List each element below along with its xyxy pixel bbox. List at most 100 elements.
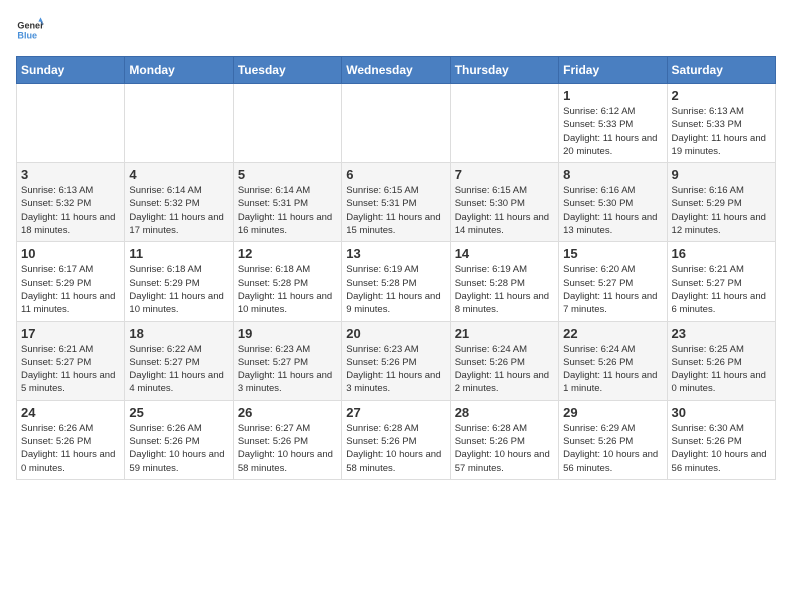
calendar-cell: 29Sunrise: 6:29 AM Sunset: 5:26 PM Dayli… [559, 400, 667, 479]
day-info: Sunrise: 6:25 AM Sunset: 5:26 PM Dayligh… [672, 343, 771, 396]
day-info: Sunrise: 6:23 AM Sunset: 5:27 PM Dayligh… [238, 343, 337, 396]
day-number: 21 [455, 326, 554, 341]
weekday-header-thursday: Thursday [450, 57, 558, 84]
calendar-week-1: 3Sunrise: 6:13 AM Sunset: 5:32 PM Daylig… [17, 163, 776, 242]
calendar-week-3: 17Sunrise: 6:21 AM Sunset: 5:27 PM Dayli… [17, 321, 776, 400]
calendar-week-2: 10 Sunrise: 6:17 AM Sunset: 5:29 PM Dayli… [17, 242, 776, 321]
day-number: 19 [238, 326, 337, 341]
day-info: Sunrise: 6:23 AM Sunset: 5:26 PM Dayligh… [346, 343, 445, 396]
day-info: Sunrise: 6:18 AM Sunset: 5:28 PM Dayligh… [238, 263, 337, 316]
day-info: Sunrise: 6:15 AM Sunset: 5:30 PM Dayligh… [455, 184, 554, 237]
day-info: Sunrise: 6:14 AM Sunset: 5:32 PM Dayligh… [129, 184, 228, 237]
calendar-cell [342, 84, 450, 163]
day-number: 29 [563, 405, 662, 420]
logo-icon: General Blue [16, 16, 44, 44]
day-info: Sunrise: 6:20 AM Sunset: 5:27 PM Dayligh… [563, 263, 662, 316]
day-number: 9 [672, 167, 771, 182]
day-info: Sunrise: 6:17 AM Sunset: 5:29 PM Dayligh… [21, 263, 120, 316]
page-header: General Blue [16, 16, 776, 44]
calendar-cell: 18 Sunrise: 6:22 AM Sunset: 5:27 PM Dayli… [125, 321, 233, 400]
calendar-cell: 17Sunrise: 6:21 AM Sunset: 5:27 PM Dayli… [17, 321, 125, 400]
calendar-header: SundayMondayTuesdayWednesdayThursdayFrid… [17, 57, 776, 84]
day-info: Sunrise: 6:24 AM Sunset: 5:26 PM Dayligh… [563, 343, 662, 396]
day-info: Sunrise: 6:24 AM Sunset: 5:26 PM Dayligh… [455, 343, 554, 396]
day-info: Sunrise: 6:26 AM Sunset: 5:26 PM Dayligh… [21, 422, 120, 475]
calendar-cell: 21 Sunrise: 6:24 AM Sunset: 5:26 PM Dayli… [450, 321, 558, 400]
calendar-cell: 30 Sunrise: 6:30 AM Sunset: 5:26 PM Dayli… [667, 400, 775, 479]
calendar-cell: 28 Sunrise: 6:28 AM Sunset: 5:26 PM Dayli… [450, 400, 558, 479]
calendar-cell: 26 Sunrise: 6:27 AM Sunset: 5:26 PM Dayli… [233, 400, 341, 479]
day-number: 18 [129, 326, 228, 341]
calendar-cell: 23 Sunrise: 6:25 AM Sunset: 5:26 PM Dayli… [667, 321, 775, 400]
day-number: 22 [563, 326, 662, 341]
logo: General Blue [16, 16, 48, 44]
calendar-cell: 19 Sunrise: 6:23 AM Sunset: 5:27 PM Dayli… [233, 321, 341, 400]
calendar-cell: 9Sunrise: 6:16 AM Sunset: 5:29 PM Daylig… [667, 163, 775, 242]
calendar-cell: 2 Sunrise: 6:13 AM Sunset: 5:33 PM Daylig… [667, 84, 775, 163]
calendar-cell: 3Sunrise: 6:13 AM Sunset: 5:32 PM Daylig… [17, 163, 125, 242]
day-number: 12 [238, 246, 337, 261]
calendar-cell: 20 Sunrise: 6:23 AM Sunset: 5:26 PM Dayli… [342, 321, 450, 400]
day-number: 28 [455, 405, 554, 420]
calendar-cell: 5Sunrise: 6:14 AM Sunset: 5:31 PM Daylig… [233, 163, 341, 242]
day-info: Sunrise: 6:22 AM Sunset: 5:27 PM Dayligh… [129, 343, 228, 396]
day-number: 14 [455, 246, 554, 261]
day-number: 2 [672, 88, 771, 103]
calendar-cell [17, 84, 125, 163]
calendar-table: SundayMondayTuesdayWednesdayThursdayFrid… [16, 56, 776, 480]
day-number: 8 [563, 167, 662, 182]
day-info: Sunrise: 6:12 AM Sunset: 5:33 PM Dayligh… [563, 105, 662, 158]
day-number: 23 [672, 326, 771, 341]
day-number: 25 [129, 405, 228, 420]
calendar-cell: 7 Sunrise: 6:15 AM Sunset: 5:30 PM Daylig… [450, 163, 558, 242]
calendar-cell: 1 Sunrise: 6:12 AM Sunset: 5:33 PM Daylig… [559, 84, 667, 163]
day-number: 1 [563, 88, 662, 103]
day-number: 5 [238, 167, 337, 182]
calendar-cell [125, 84, 233, 163]
day-info: Sunrise: 6:18 AM Sunset: 5:29 PM Dayligh… [129, 263, 228, 316]
day-number: 30 [672, 405, 771, 420]
calendar-cell: 15 Sunrise: 6:20 AM Sunset: 5:27 PM Dayli… [559, 242, 667, 321]
calendar-cell: 6Sunrise: 6:15 AM Sunset: 5:31 PM Daylig… [342, 163, 450, 242]
calendar-cell: 13 Sunrise: 6:19 AM Sunset: 5:28 PM Dayli… [342, 242, 450, 321]
day-number: 3 [21, 167, 120, 182]
calendar-cell: 4 Sunrise: 6:14 AM Sunset: 5:32 PM Daylig… [125, 163, 233, 242]
day-number: 24 [21, 405, 120, 420]
day-number: 17 [21, 326, 120, 341]
day-number: 20 [346, 326, 445, 341]
svg-text:Blue: Blue [17, 30, 37, 40]
day-info: Sunrise: 6:19 AM Sunset: 5:28 PM Dayligh… [455, 263, 554, 316]
weekday-header-wednesday: Wednesday [342, 57, 450, 84]
day-number: 7 [455, 167, 554, 182]
calendar-cell: 22 Sunrise: 6:24 AM Sunset: 5:26 PM Dayli… [559, 321, 667, 400]
day-number: 10 [21, 246, 120, 261]
calendar-week-4: 24 Sunrise: 6:26 AM Sunset: 5:26 PM Dayli… [17, 400, 776, 479]
day-number: 16 [672, 246, 771, 261]
calendar-cell: 12 Sunrise: 6:18 AM Sunset: 5:28 PM Dayli… [233, 242, 341, 321]
weekday-header-sunday: Sunday [17, 57, 125, 84]
day-number: 13 [346, 246, 445, 261]
day-number: 4 [129, 167, 228, 182]
day-info: Sunrise: 6:28 AM Sunset: 5:26 PM Dayligh… [346, 422, 445, 475]
calendar-cell: 8Sunrise: 6:16 AM Sunset: 5:30 PM Daylig… [559, 163, 667, 242]
day-number: 15 [563, 246, 662, 261]
day-info: Sunrise: 6:19 AM Sunset: 5:28 PM Dayligh… [346, 263, 445, 316]
calendar-cell [450, 84, 558, 163]
svg-text:General: General [17, 21, 44, 31]
day-info: Sunrise: 6:27 AM Sunset: 5:26 PM Dayligh… [238, 422, 337, 475]
calendar-week-0: 1 Sunrise: 6:12 AM Sunset: 5:33 PM Daylig… [17, 84, 776, 163]
weekday-header-saturday: Saturday [667, 57, 775, 84]
day-info: Sunrise: 6:21 AM Sunset: 5:27 PM Dayligh… [672, 263, 771, 316]
calendar-cell: 14 Sunrise: 6:19 AM Sunset: 5:28 PM Dayli… [450, 242, 558, 321]
day-number: 27 [346, 405, 445, 420]
calendar-cell: 25Sunrise: 6:26 AM Sunset: 5:26 PM Dayli… [125, 400, 233, 479]
day-info: Sunrise: 6:30 AM Sunset: 5:26 PM Dayligh… [672, 422, 771, 475]
calendar-cell: 16 Sunrise: 6:21 AM Sunset: 5:27 PM Dayli… [667, 242, 775, 321]
weekday-header-friday: Friday [559, 57, 667, 84]
day-number: 26 [238, 405, 337, 420]
day-info: Sunrise: 6:28 AM Sunset: 5:26 PM Dayligh… [455, 422, 554, 475]
day-number: 11 [129, 246, 228, 261]
calendar-cell [233, 84, 341, 163]
day-info: Sunrise: 6:13 AM Sunset: 5:33 PM Dayligh… [672, 105, 771, 158]
calendar-cell: 27 Sunrise: 6:28 AM Sunset: 5:26 PM Dayli… [342, 400, 450, 479]
